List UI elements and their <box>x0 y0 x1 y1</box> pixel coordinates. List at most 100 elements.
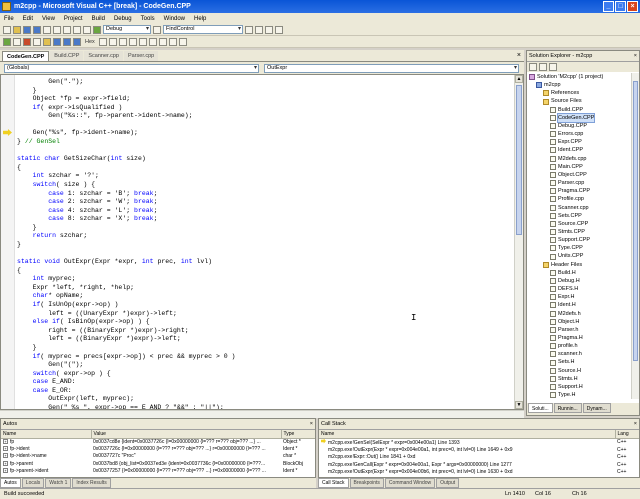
step-over-icon[interactable] <box>63 37 71 46</box>
code-line[interactable]: int myprec; <box>17 275 235 284</box>
tree-item[interactable]: Main.CPP <box>529 163 632 171</box>
column-header[interactable]: Name <box>1 430 92 439</box>
clear-bookmarks-icon[interactable] <box>178 37 187 46</box>
code-line[interactable]: Expr *left, *right, *help; <box>17 284 235 293</box>
toolbox-icon[interactable] <box>275 25 283 34</box>
show-all-files-button[interactable] <box>539 63 547 71</box>
restart-icon[interactable] <box>33 37 41 46</box>
code-line[interactable]: case 1: szchar = 'B'; break; <box>17 190 235 199</box>
scroll-thumb[interactable] <box>516 85 522 235</box>
tree-item[interactable]: Ident.H <box>529 301 632 309</box>
configuration-select[interactable]: Debug <box>103 25 151 34</box>
find-combo[interactable]: FindControl <box>163 25 243 34</box>
code-line[interactable]: } <box>17 241 235 250</box>
tree-item[interactable]: DEFS.H <box>529 285 632 293</box>
menu-item-view[interactable]: View <box>42 16 55 22</box>
tab-command-window[interactable]: Command Window <box>384 478 436 488</box>
code-line[interactable]: } <box>17 87 235 96</box>
tree-item[interactable]: Expr.CPP <box>529 138 632 146</box>
tree-item[interactable]: Parser.cpp <box>529 179 632 187</box>
code-line[interactable]: } <box>17 224 235 233</box>
tree-item[interactable]: CodeGen.CPP <box>529 112 632 123</box>
tree-item[interactable]: Object.CPP <box>529 171 632 179</box>
menu-item-build[interactable]: Build <box>92 16 105 22</box>
menu-item-edit[interactable]: Edit <box>23 16 33 22</box>
member-select[interactable]: OutExpr <box>264 63 519 73</box>
code-line[interactable]: return szchar; <box>17 232 235 241</box>
stop-debugging-icon[interactable] <box>23 37 31 46</box>
tree-item[interactable]: Stmts.CPP <box>529 228 632 236</box>
variable-value[interactable]: 0x0037bd8 {obj_list=0x0037ed3e {ident=0x… <box>91 461 281 468</box>
next-bookmark-icon[interactable] <box>158 37 167 46</box>
expand-icon[interactable]: + <box>3 468 8 474</box>
table-row[interactable]: + fp->ident->name 0x0037727c "Proc" char * <box>1 453 315 460</box>
tree-item[interactable]: Sets.CPP <box>529 212 632 220</box>
find-icon[interactable] <box>245 25 253 34</box>
menu-item-project[interactable]: Project <box>64 16 83 22</box>
frame-name[interactable]: m2cpp.exe!GenSel(SelExpr * expr=0x004e00… <box>319 438 615 447</box>
tab-autos[interactable]: Autos <box>0 478 21 488</box>
tab-codegen[interactable]: CodeGen.CPP <box>2 51 50 61</box>
tree-item[interactable]: Expr.H <box>529 293 632 301</box>
tab-breakpoints[interactable]: Breakpoints <box>349 478 384 488</box>
tree-item[interactable]: Support.CPP <box>529 236 632 244</box>
table-row[interactable]: m2cpp.exe!OutExpr(Expr * expr=0x004e00b6… <box>319 469 639 476</box>
code-line[interactable]: case E_OR: <box>17 387 235 396</box>
code-line[interactable]: left = ((BinaryExpr *)expr)->left; <box>17 335 235 344</box>
table-row[interactable]: + fp->parent 0x0037bd8 {obj_list=0x0037ed3… <box>1 461 315 468</box>
code-line[interactable]: Gen("%s", fp->ident->name); <box>17 129 235 138</box>
show-next-statement-icon[interactable] <box>43 37 51 46</box>
tab-scanner[interactable]: Scanner.cpp <box>84 51 123 61</box>
tree-item[interactable]: m2cpp <box>529 81 632 89</box>
code-line[interactable]: static char GetSizeChar(int size) <box>17 155 235 164</box>
editor-vertical-scrollbar[interactable]: ▲ ▼ <box>514 75 523 409</box>
platform-icon[interactable] <box>153 25 161 34</box>
variable-name[interactable]: + fp->parent <box>1 461 91 468</box>
tree-item[interactable]: Units.CPP <box>529 252 632 260</box>
table-row[interactable]: m2cpp.exe!GenSel(SelExpr * expr=0x004e00… <box>319 438 639 447</box>
code-line[interactable]: right = ((BinaryExpr *)expr)->right; <box>17 327 235 336</box>
menu-item-debug[interactable]: Debug <box>114 16 132 22</box>
code-editor[interactable]: Gen("."); } Object *fp = expr->field; if… <box>0 74 524 410</box>
column-header[interactable]: Lang <box>615 430 639 439</box>
panel-close-icon[interactable]: × <box>310 419 313 430</box>
source-code[interactable]: Gen("."); } Object *fp = expr->field; if… <box>17 78 235 409</box>
frame-name[interactable]: m2cpp.exe!Expr::Out() Line 1841 + 0xd <box>319 454 615 461</box>
code-line[interactable]: if( IsUnOp(expr->op) ) <box>17 301 235 310</box>
tree-item[interactable]: Pragma.CPP <box>529 187 632 195</box>
tree-item[interactable]: Errors.cpp <box>529 130 632 138</box>
frame-name[interactable]: m2cpp.exe!GenCall(Expr * expr=0x004e00a1… <box>319 462 615 469</box>
tab-parser[interactable]: Parser.cpp <box>123 51 159 61</box>
tree-item[interactable]: Type.H <box>529 391 632 399</box>
scroll-thumb[interactable] <box>633 81 638 361</box>
code-line[interactable]: Gen("."); <box>17 78 235 87</box>
variable-value[interactable]: 0x0037cd8e {ident=0x0037726c {l=0x000000… <box>91 438 281 446</box>
minimize-button[interactable]: _ <box>603 1 614 12</box>
tree-item[interactable]: Debug.H <box>529 277 632 285</box>
new-file-icon[interactable] <box>3 25 11 34</box>
frame-name[interactable]: m2cpp.exe!OutExpr(Expr * expr=0x004e00b6… <box>319 469 615 476</box>
code-line[interactable]: OutExpr(left, myprec); <box>17 395 235 404</box>
tree-item[interactable]: Header Files <box>529 261 632 269</box>
scope-select[interactable]: (Globals) <box>4 63 259 73</box>
code-line[interactable]: { <box>17 164 235 173</box>
expand-icon[interactable]: + <box>3 446 8 452</box>
tree-item[interactable]: Scanner.cpp <box>529 204 632 212</box>
save-icon[interactable] <box>23 25 31 34</box>
code-line[interactable]: else if( IsBinOp(expr->op) ) { <box>17 318 235 327</box>
start-debug-icon[interactable] <box>93 25 101 34</box>
tree-item[interactable]: Debug.CPP <box>529 122 632 130</box>
tab-index-results[interactable]: Index Results <box>72 478 111 488</box>
tree-item[interactable]: profile.h <box>529 342 632 350</box>
variable-name[interactable]: + fp->ident->name <box>1 453 91 460</box>
break-all-icon[interactable] <box>13 37 21 46</box>
code-line[interactable]: } // GenSel <box>17 138 235 147</box>
tree-item[interactable]: Ident.CPP <box>529 146 632 154</box>
table-row[interactable]: m2cpp.exe!Expr::Out() Line 1841 + 0xd C++ <box>319 454 639 461</box>
code-line[interactable]: static void OutExpr(Expr *expr, int prec… <box>17 258 235 267</box>
menu-item-tools[interactable]: Tools <box>141 16 155 22</box>
code-line[interactable]: case 8: szchar = 'X'; break; <box>17 215 235 224</box>
tab-locals[interactable]: Locals <box>21 478 45 488</box>
cut-icon[interactable] <box>43 25 51 34</box>
variable-value[interactable]: 0x00377257 {l=0x00000000 {l=??? r=??? ob… <box>91 468 281 475</box>
